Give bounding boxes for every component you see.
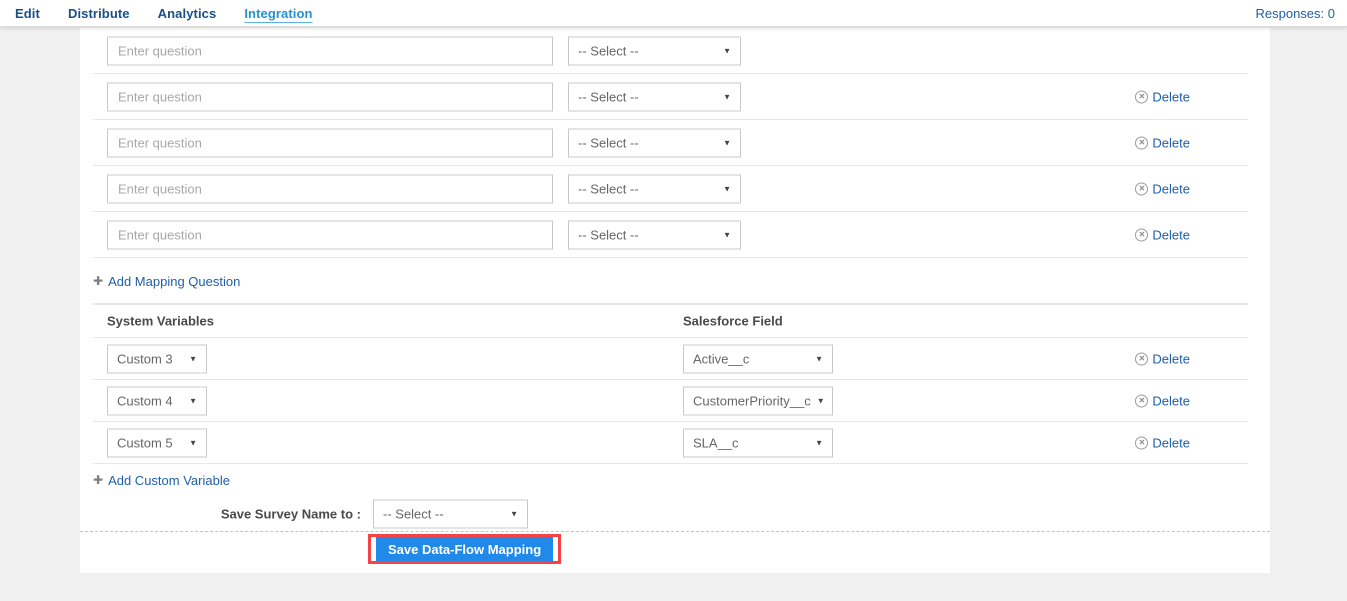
delete-row-button[interactable]: × Delete bbox=[1135, 352, 1190, 367]
tab-analytics[interactable]: Analytics bbox=[158, 6, 217, 21]
question-field-select[interactable]: -- Select -- ▼ bbox=[568, 221, 741, 250]
tab-integration[interactable]: Integration bbox=[244, 6, 312, 21]
chevron-down-icon: ▼ bbox=[723, 93, 731, 102]
add-custom-variable-row: ✚ Add Custom Variable bbox=[80, 464, 1270, 496]
select-value: SLA__c bbox=[693, 436, 739, 451]
system-variable-select[interactable]: Custom 3 ▼ bbox=[107, 345, 207, 374]
salesforce-field-select[interactable]: SLA__c ▼ bbox=[683, 429, 833, 458]
nav-tabs: Edit Distribute Analytics Integration bbox=[15, 6, 313, 21]
select-value: -- Select -- bbox=[578, 228, 639, 243]
save-survey-name-label: Save Survey Name to : bbox=[80, 506, 361, 521]
custom-variable-row: Custom 5 ▼ SLA__c ▼ × Delete bbox=[80, 422, 1270, 464]
mapping-question-row: -- Select -- ▼ × Delete bbox=[80, 120, 1270, 166]
question-input[interactable] bbox=[107, 83, 553, 112]
delete-icon: × bbox=[1135, 91, 1148, 104]
chevron-down-icon: ▼ bbox=[510, 509, 518, 518]
salesforce-field-select[interactable]: CustomerPriority__c ▼ bbox=[683, 387, 833, 416]
delete-icon: × bbox=[1135, 137, 1148, 150]
chevron-down-icon: ▼ bbox=[189, 355, 197, 364]
delete-row-button[interactable]: × Delete bbox=[1135, 90, 1190, 105]
select-value: -- Select -- bbox=[578, 90, 639, 105]
system-variables-header: System Variables bbox=[107, 314, 214, 329]
custom-variable-row: Custom 3 ▼ Active__c ▼ × Delete bbox=[80, 338, 1270, 380]
select-value: -- Select -- bbox=[578, 136, 639, 151]
delete-icon: × bbox=[1135, 229, 1148, 242]
mapping-question-row: -- Select -- ▼ × Delete bbox=[80, 166, 1270, 212]
select-value: CustomerPriority__c bbox=[693, 394, 811, 409]
delete-icon: × bbox=[1135, 183, 1148, 196]
delete-label: Delete bbox=[1152, 136, 1190, 151]
delete-row-button[interactable]: × Delete bbox=[1135, 394, 1190, 409]
delete-label: Delete bbox=[1152, 394, 1190, 409]
salesforce-field-header: Salesforce Field bbox=[683, 314, 783, 329]
question-input[interactable] bbox=[107, 37, 553, 66]
mapping-question-row: -- Select -- ▼ × Delete bbox=[80, 212, 1270, 258]
delete-label: Delete bbox=[1152, 228, 1190, 243]
system-variable-select[interactable]: Custom 4 ▼ bbox=[107, 387, 207, 416]
chevron-down-icon: ▼ bbox=[723, 185, 731, 194]
mapping-question-row: -- Select -- ▼ × Delete bbox=[80, 74, 1270, 120]
delete-label: Delete bbox=[1152, 352, 1190, 367]
integration-mapping-panel: -- Select --▼-- Select --▼×Delete-- Sele… bbox=[80, 28, 1270, 573]
add-mapping-question-button[interactable]: ✚ Add Mapping Question bbox=[93, 274, 240, 289]
save-survey-name-select[interactable]: -- Select -- ▼ bbox=[373, 499, 528, 528]
chevron-down-icon: ▼ bbox=[815, 355, 823, 364]
chevron-down-icon: ▼ bbox=[815, 439, 823, 448]
delete-icon: × bbox=[1135, 353, 1148, 366]
question-field-select[interactable]: -- Select -- ▼ bbox=[568, 129, 741, 158]
delete-row-button[interactable]: × Delete bbox=[1135, 182, 1190, 197]
plus-icon: ✚ bbox=[93, 275, 103, 287]
add-custom-variable-button[interactable]: ✚ Add Custom Variable bbox=[93, 473, 230, 488]
delete-icon: × bbox=[1135, 437, 1148, 450]
plus-icon: ✚ bbox=[93, 474, 103, 486]
custom-variable-row: Custom 4 ▼ CustomerPriority__c ▼ × Delete bbox=[80, 380, 1270, 422]
delete-row-button[interactable]: × Delete bbox=[1135, 436, 1190, 451]
tab-distribute[interactable]: Distribute bbox=[68, 6, 130, 21]
add-mapping-question-label: Add Mapping Question bbox=[108, 274, 240, 289]
select-value: -- Select -- bbox=[578, 182, 639, 197]
delete-row-button[interactable]: × Delete bbox=[1135, 136, 1190, 151]
select-value: Custom 4 bbox=[117, 394, 173, 409]
select-value: -- Select -- bbox=[383, 506, 444, 521]
question-input[interactable] bbox=[107, 221, 553, 250]
select-value: Custom 5 bbox=[117, 436, 173, 451]
question-field-select[interactable]: -- Select -- ▼ bbox=[568, 37, 741, 66]
top-navbar: Edit Distribute Analytics Integration Re… bbox=[0, 0, 1347, 27]
delete-label: Delete bbox=[1152, 90, 1190, 105]
delete-icon: × bbox=[1135, 395, 1148, 408]
chevron-down-icon: ▼ bbox=[189, 439, 197, 448]
add-custom-variable-label: Add Custom Variable bbox=[108, 473, 230, 488]
question-input[interactable] bbox=[107, 129, 553, 158]
responses-count[interactable]: Responses: 0 bbox=[1256, 6, 1336, 21]
question-field-select[interactable]: -- Select -- ▼ bbox=[568, 175, 741, 204]
delete-row-button[interactable]: × Delete bbox=[1135, 228, 1190, 243]
footer-row: Save Data-Flow Mapping bbox=[80, 531, 1270, 573]
chevron-down-icon: ▼ bbox=[723, 139, 731, 148]
select-value: -- Select -- bbox=[578, 44, 639, 59]
salesforce-field-select[interactable]: Active__c ▼ bbox=[683, 345, 833, 374]
variables-header-row: System Variables Salesforce Field bbox=[80, 304, 1270, 338]
chevron-down-icon: ▼ bbox=[189, 397, 197, 406]
select-value: Active__c bbox=[693, 352, 749, 367]
save-survey-name-row: Save Survey Name to : -- Select -- ▼ bbox=[80, 496, 1270, 531]
chevron-down-icon: ▼ bbox=[817, 397, 825, 406]
question-field-select[interactable]: -- Select -- ▼ bbox=[568, 83, 741, 112]
delete-label: Delete bbox=[1152, 182, 1190, 197]
chevron-down-icon: ▼ bbox=[723, 231, 731, 240]
delete-label: Delete bbox=[1152, 436, 1190, 451]
add-mapping-question-row: ✚ Add Mapping Question bbox=[80, 258, 1270, 304]
select-value: Custom 3 bbox=[117, 352, 173, 367]
mapping-question-row: -- Select -- ▼ bbox=[80, 28, 1270, 74]
chevron-down-icon: ▼ bbox=[723, 47, 731, 56]
system-variable-select[interactable]: Custom 5 ▼ bbox=[107, 429, 207, 458]
tab-edit[interactable]: Edit bbox=[15, 6, 40, 21]
question-input[interactable] bbox=[107, 175, 553, 204]
annotation-highlight-box: Save Data-Flow Mapping bbox=[368, 534, 561, 564]
save-data-flow-mapping-button[interactable]: Save Data-Flow Mapping bbox=[376, 537, 553, 561]
